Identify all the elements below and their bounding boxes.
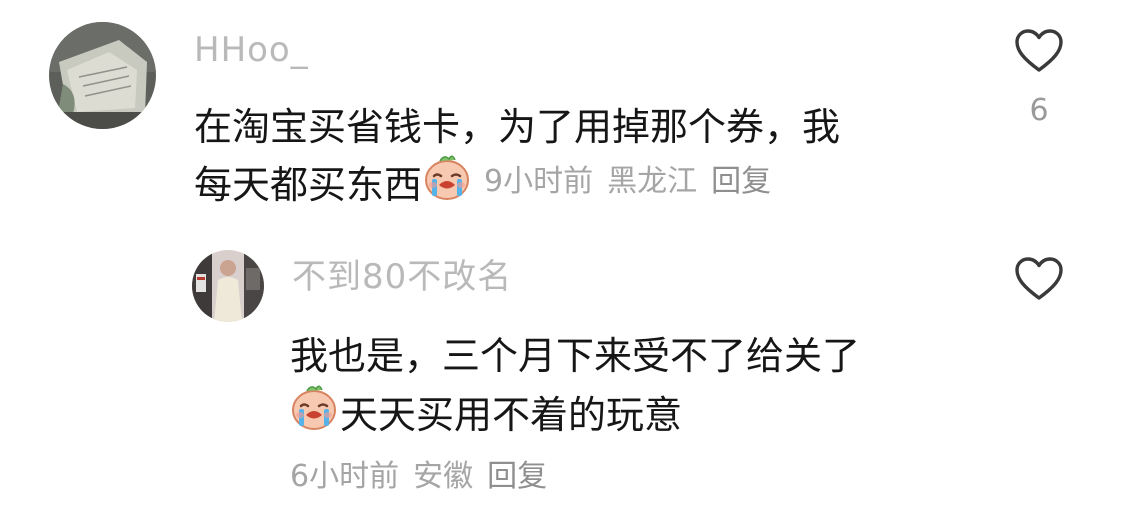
comment-meta-line: 6小时前 安徽 回复 (290, 462, 547, 492)
comment-time: 9小时前 (484, 163, 594, 199)
comment-text-line: 每天都买东西 9小时前 黑龙江 回复 (194, 152, 771, 211)
avatar-image (192, 250, 264, 322)
comment-username[interactable]: 不到80不改名 (292, 260, 512, 294)
comment-text: 我也是，三个月下来受不了给关了 (290, 334, 861, 378)
like-button[interactable]: 6 (1014, 28, 1064, 126)
comment-meta: 9小时前 黑龙江 回复 (484, 163, 771, 199)
comment-location: 黑龙江 (607, 163, 698, 199)
comment-username[interactable]: HHoo_ (194, 33, 309, 67)
crying-face-emoji (422, 152, 472, 211)
like-button[interactable] (1014, 256, 1064, 306)
like-count: 6 (1029, 93, 1049, 128)
crying-face-emoji (288, 382, 340, 441)
heart-outline-icon (1014, 256, 1064, 306)
comment-location: 安徽 (413, 459, 474, 494)
comment-text: 天天买用不着的玩意 (340, 393, 683, 437)
comment-text: 在淘宝买省钱卡，为了用掉那个券，我 (194, 105, 841, 149)
comment-text-line: 天天买用不着的玩意 (288, 382, 682, 441)
comment-meta: 6小时前 安徽 回复 (290, 462, 547, 492)
reply-button[interactable]: 回复 (487, 462, 547, 492)
avatar[interactable] (192, 250, 264, 322)
avatar-image (49, 22, 156, 129)
reply-button[interactable]: 回复 (711, 166, 771, 197)
comment-text-line: 我也是，三个月下来受不了给关了 (290, 325, 860, 380)
avatar[interactable] (49, 22, 156, 129)
heart-outline-icon (1014, 28, 1064, 78)
comment-text-line: 在淘宝买省钱卡，为了用掉那个券，我 (194, 96, 840, 151)
comment-time: 6小时前 (290, 459, 400, 494)
comment-text: 每天都买东西 (194, 163, 423, 207)
